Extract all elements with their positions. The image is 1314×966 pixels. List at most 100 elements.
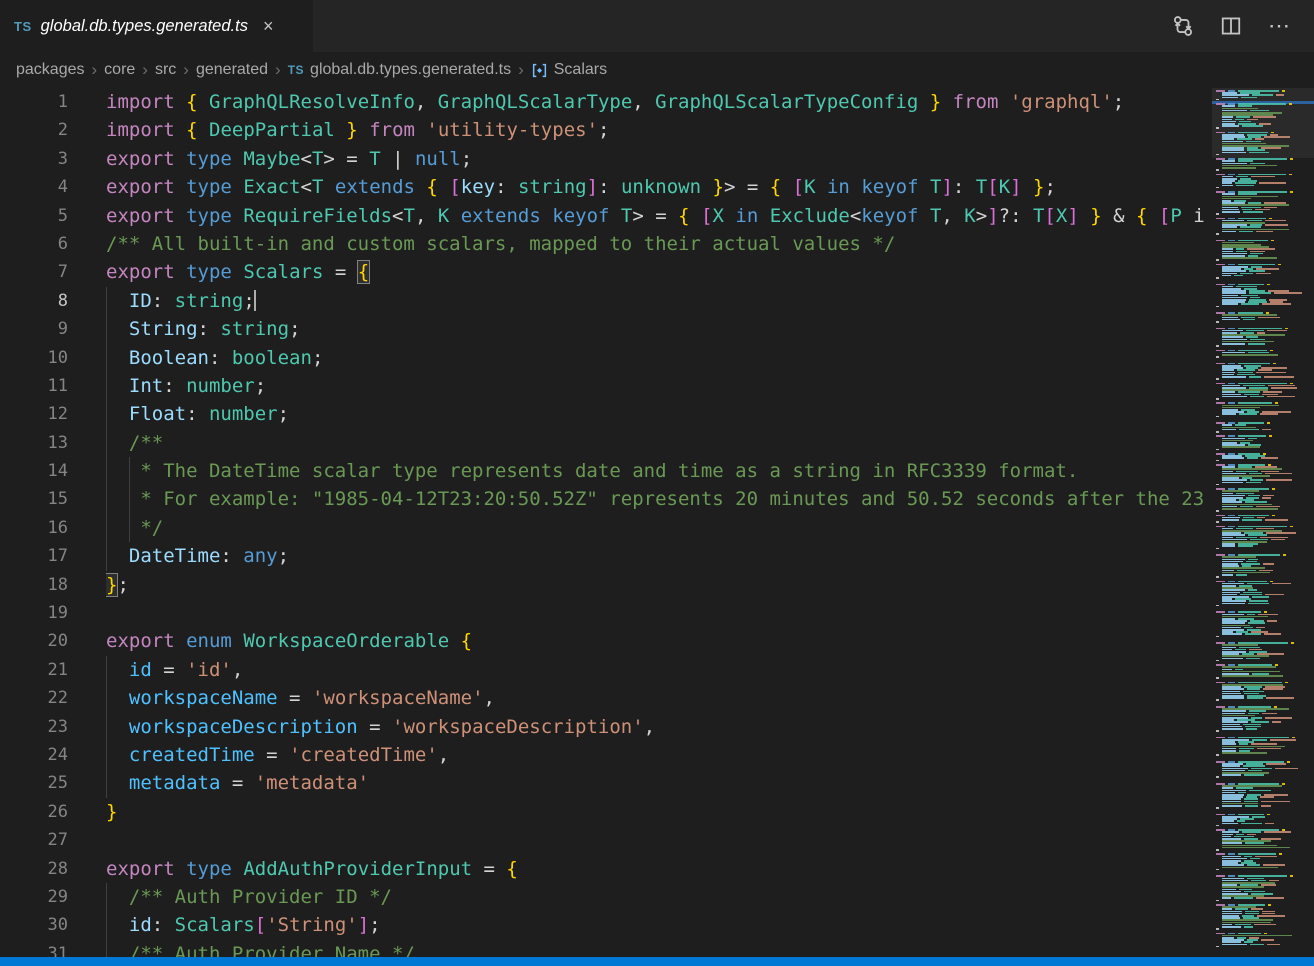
minimap-row bbox=[1212, 213, 1314, 215]
line-number: 17 bbox=[0, 542, 68, 570]
code-line-18[interactable]: 18}; bbox=[0, 571, 1205, 599]
token: Maybe bbox=[243, 148, 300, 170]
indent-guide bbox=[106, 769, 107, 797]
code-line-1[interactable]: 1import { GraphQLResolveInfo, GraphQLSca… bbox=[0, 88, 1205, 116]
token: : bbox=[598, 176, 621, 198]
code-line-27[interactable]: 27 bbox=[0, 826, 1205, 854]
editor-lines[interactable]: 1import { GraphQLResolveInfo, GraphQLSca… bbox=[0, 88, 1205, 966]
minimap[interactable] bbox=[1212, 88, 1314, 957]
minimap-line bbox=[1216, 416, 1219, 418]
line-number: 18 bbox=[0, 571, 68, 599]
code-content: workspaceDescription = 'workspaceDescrip… bbox=[106, 713, 1205, 741]
token: ; bbox=[117, 574, 128, 596]
token: [ bbox=[987, 176, 998, 198]
token: export bbox=[106, 148, 175, 170]
more-actions-icon[interactable]: ⋯ bbox=[1268, 21, 1292, 31]
token bbox=[106, 659, 129, 681]
token: ] bbox=[941, 176, 952, 198]
token: [ bbox=[793, 176, 804, 198]
token bbox=[106, 318, 129, 340]
minimap-line bbox=[1216, 677, 1219, 679]
indent-guide bbox=[106, 315, 107, 343]
code-line-30[interactable]: 30 id: Scalars['String']; bbox=[0, 911, 1205, 939]
split-editor-icon[interactable] bbox=[1220, 15, 1242, 37]
breadcrumb-item-packages[interactable]: packages bbox=[16, 61, 85, 79]
token: export bbox=[106, 261, 175, 283]
code-line-26[interactable]: 26} bbox=[0, 798, 1205, 826]
breadcrumb-item-core[interactable]: core bbox=[104, 61, 135, 79]
token: , bbox=[484, 687, 495, 709]
code-line-15[interactable]: 15 * For example: "1985-04-12T23:20:50.5… bbox=[0, 485, 1205, 513]
minimap-line bbox=[1216, 127, 1219, 129]
line-number: 19 bbox=[0, 599, 68, 627]
code-line-22[interactable]: 22 workspaceName = 'workspaceName', bbox=[0, 684, 1205, 712]
breadcrumb-item-generated[interactable]: generated bbox=[196, 61, 268, 79]
code-line-2[interactable]: 2import { DeepPartial } from 'utility-ty… bbox=[0, 116, 1205, 144]
compare-changes-icon[interactable] bbox=[1172, 15, 1194, 37]
minimap-row bbox=[1212, 754, 1314, 756]
token: , bbox=[644, 716, 655, 738]
minimap-row bbox=[1212, 449, 1314, 451]
tab-global-db-types-generated-ts[interactable]: TS global.db.types.generated.ts × bbox=[0, 0, 313, 52]
code-line-20[interactable]: 20export enum WorkspaceOrderable { bbox=[0, 627, 1205, 655]
code-line-10[interactable]: 10 Boolean: boolean; bbox=[0, 344, 1205, 372]
token: ] bbox=[1010, 176, 1021, 198]
token: workspaceName bbox=[129, 687, 278, 709]
code-content bbox=[106, 599, 1205, 627]
code-content: export type RequireFields<T, K extends k… bbox=[106, 202, 1205, 230]
token: export bbox=[106, 858, 175, 880]
code-line-3[interactable]: 3export type Maybe<T> = T | null; bbox=[0, 145, 1205, 173]
minimap-line bbox=[1216, 576, 1219, 578]
code-line-4[interactable]: 4export type Exact<T extends { [key: str… bbox=[0, 173, 1205, 201]
code-line-12[interactable]: 12 Float: number; bbox=[0, 400, 1205, 428]
minimap-row bbox=[1212, 699, 1314, 701]
token: ; bbox=[1113, 91, 1124, 113]
minimap-row bbox=[1212, 99, 1314, 101]
token: import bbox=[106, 119, 175, 141]
code-line-23[interactable]: 23 workspaceDescription = 'workspaceDesc… bbox=[0, 713, 1205, 741]
token: type bbox=[186, 148, 232, 170]
token: ] bbox=[358, 914, 369, 936]
code-line-8[interactable]: 8 ID: string; bbox=[0, 287, 1205, 315]
chevron-right-icon: › bbox=[142, 60, 148, 80]
token: ; bbox=[598, 119, 609, 141]
token: ; bbox=[255, 375, 266, 397]
line-number: 29 bbox=[0, 883, 68, 911]
minimap-row bbox=[1212, 154, 1314, 156]
code-line-6[interactable]: 6/** All built-in and custom scalars, ma… bbox=[0, 230, 1205, 258]
code-line-13[interactable]: 13 /** bbox=[0, 429, 1205, 457]
breadcrumb-item-global-db-types-generated-ts[interactable]: TSglobal.db.types.generated.ts bbox=[288, 61, 511, 79]
code-line-9[interactable]: 9 String: string; bbox=[0, 315, 1205, 343]
token: , bbox=[415, 205, 438, 227]
code-line-7[interactable]: 7export type Scalars = { bbox=[0, 258, 1205, 286]
code-content: } bbox=[106, 798, 1205, 826]
code-content: String: string; bbox=[106, 315, 1205, 343]
breadcrumb-label: global.db.types.generated.ts bbox=[310, 61, 511, 79]
code-line-28[interactable]: 28export type AddAuthProviderInput = { bbox=[0, 855, 1205, 883]
code-line-11[interactable]: 11 Int: number; bbox=[0, 372, 1205, 400]
code-line-24[interactable]: 24 createdTime = 'createdTime', bbox=[0, 741, 1205, 769]
token: : bbox=[220, 545, 243, 567]
breadcrumb-item-src[interactable]: src bbox=[155, 61, 176, 79]
token: */ bbox=[106, 517, 163, 539]
code-line-14[interactable]: 14 * The DateTime scalar type represents… bbox=[0, 457, 1205, 485]
code-line-19[interactable]: 19 bbox=[0, 599, 1205, 627]
token: GraphQLScalarType bbox=[438, 91, 632, 113]
token: 'id' bbox=[186, 659, 232, 681]
token: workspaceDescription bbox=[129, 716, 358, 738]
line-number: 6 bbox=[0, 230, 68, 258]
code-line-29[interactable]: 29 /** Auth Provider ID */ bbox=[0, 883, 1205, 911]
minimap-line bbox=[1216, 510, 1219, 512]
code-line-25[interactable]: 25 metadata = 'metadata' bbox=[0, 769, 1205, 797]
token bbox=[941, 91, 952, 113]
code-line-5[interactable]: 5export type RequireFields<T, K extends … bbox=[0, 202, 1205, 230]
breadcrumb-item-scalars[interactable]: Scalars bbox=[531, 61, 607, 79]
line-number: 13 bbox=[0, 429, 68, 457]
close-icon[interactable]: × bbox=[263, 17, 274, 35]
minimap-line bbox=[1216, 807, 1219, 809]
token: } bbox=[1033, 176, 1044, 198]
code-line-17[interactable]: 17 DateTime: any; bbox=[0, 542, 1205, 570]
token: any bbox=[243, 545, 277, 567]
code-line-16[interactable]: 16 */ bbox=[0, 514, 1205, 542]
code-line-21[interactable]: 21 id = 'id', bbox=[0, 656, 1205, 684]
